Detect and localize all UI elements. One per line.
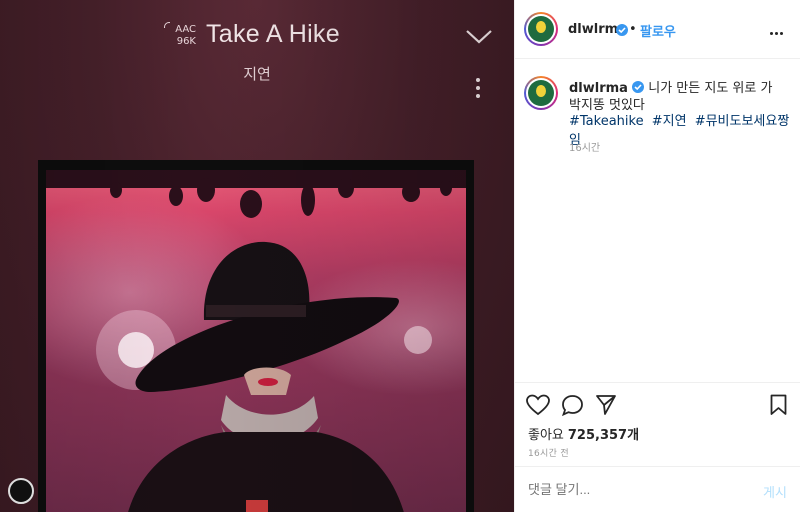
- like-count[interactable]: 좋아요 725,357개: [528, 424, 639, 443]
- hashtag-list: #Takeahike #지연 #뮤비도보세요짱임: [569, 110, 800, 148]
- separator-dot: •: [629, 22, 637, 37]
- media-panel: AAC 96K Take A Hike 지연: [0, 0, 514, 512]
- heart-icon[interactable]: [526, 394, 550, 416]
- bookmark-icon[interactable]: [770, 394, 787, 416]
- album-cover: [38, 160, 474, 512]
- more-horizontal-icon[interactable]: [770, 20, 788, 35]
- profile-icon[interactable]: [8, 478, 34, 504]
- cover-image: [46, 170, 466, 512]
- caption-username[interactable]: dlwlrma: [569, 81, 628, 96]
- post-comment-button[interactable]: 게시: [763, 482, 787, 501]
- instagram-post-view: AAC 96K Take A Hike 지연 dlwlrma • 팔로우 dlw…: [0, 0, 800, 512]
- more-vertical-icon[interactable]: [472, 78, 484, 100]
- avatar[interactable]: [524, 12, 558, 46]
- comment-icon[interactable]: [561, 394, 584, 417]
- caption: dlwlrma 니가 만든 지도 위로 가 박지똥 멋있다: [569, 80, 779, 114]
- artist-name: 지연: [243, 65, 271, 83]
- post-timestamp: 16시간 전: [528, 449, 569, 459]
- caption-time: 16시간: [569, 143, 601, 154]
- song-title: Take A Hike: [206, 20, 340, 48]
- codec-label: AAC: [175, 24, 196, 35]
- chevron-down-icon[interactable]: [465, 26, 493, 46]
- likes-count: 725,357개: [567, 428, 640, 443]
- likes-label: 좋아요: [528, 428, 564, 443]
- cover-art: [46, 170, 466, 512]
- hashtag[interactable]: #Takeahike: [569, 114, 644, 129]
- bitrate-label: 96K: [176, 36, 196, 47]
- audio-quality-badge: AAC 96K: [164, 22, 196, 48]
- hashtag[interactable]: #지연: [652, 114, 687, 129]
- caption-avatar[interactable]: [524, 76, 558, 110]
- follow-button[interactable]: 팔로우: [640, 21, 676, 40]
- comment-input[interactable]: [528, 482, 748, 497]
- verified-icon: [632, 81, 645, 93]
- verified-icon: [616, 24, 628, 36]
- share-icon[interactable]: [595, 394, 617, 416]
